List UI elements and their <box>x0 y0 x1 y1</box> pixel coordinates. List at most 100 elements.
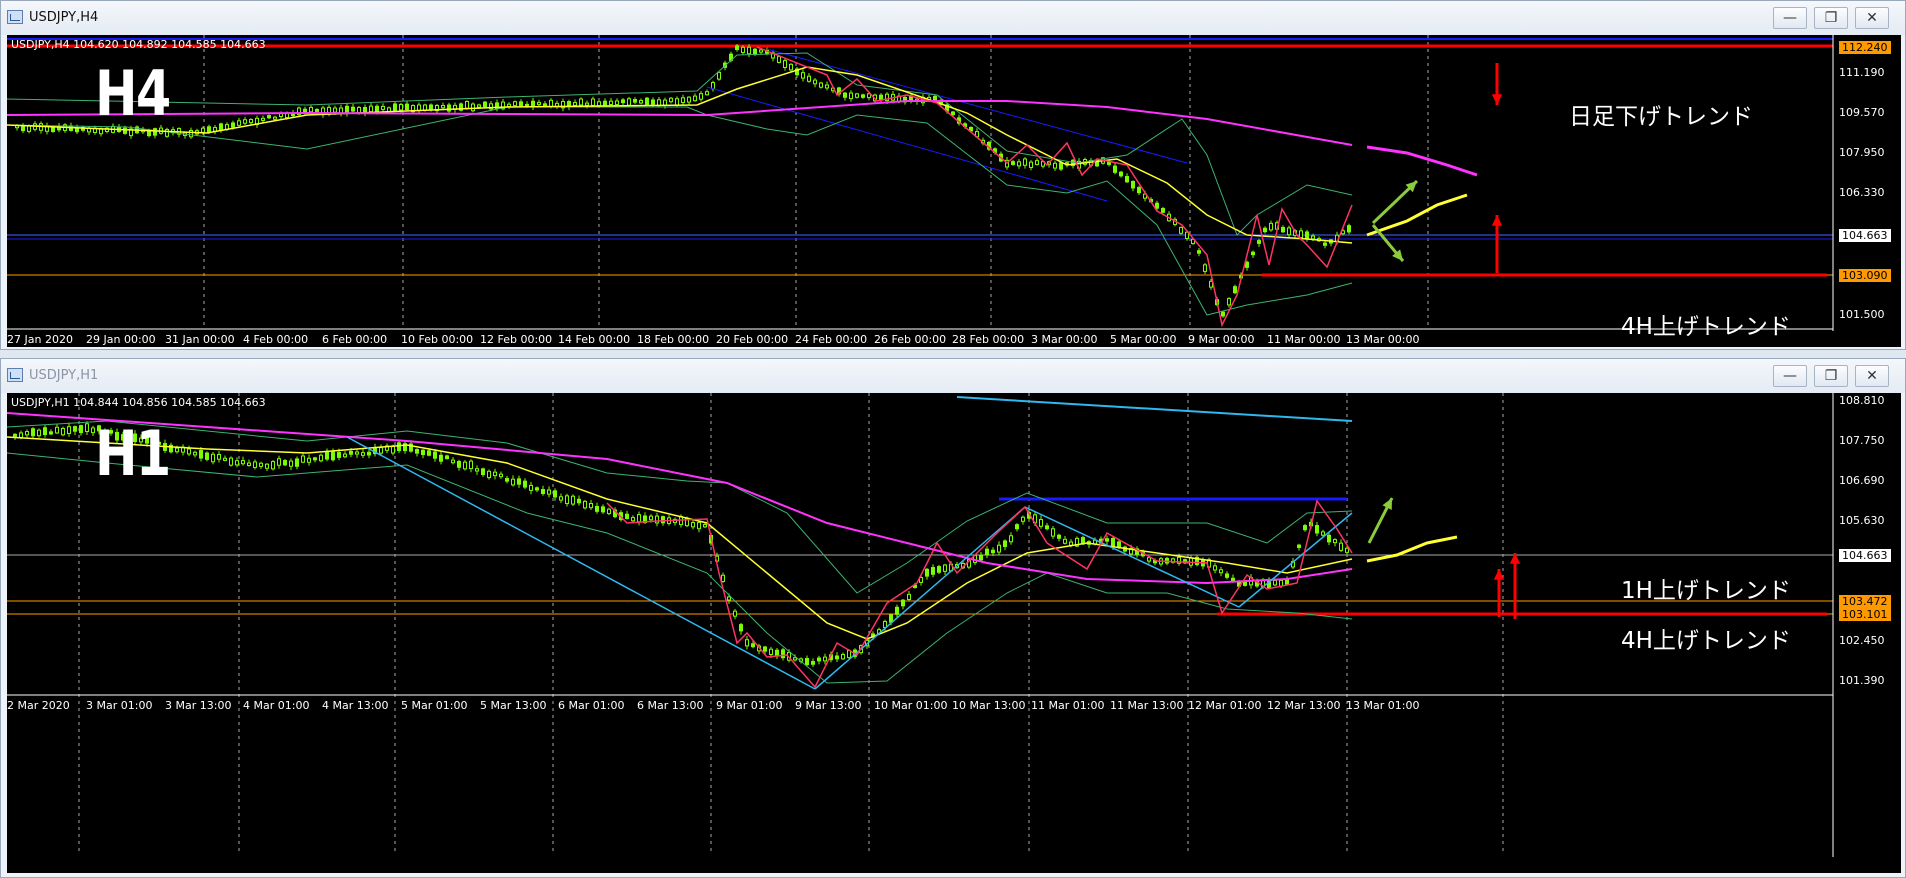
candle <box>211 453 215 463</box>
moving-average-long <box>7 100 1353 146</box>
candle <box>649 515 653 521</box>
candle <box>1281 226 1285 233</box>
candle <box>243 119 247 124</box>
candle <box>843 92 847 98</box>
candle <box>609 100 613 105</box>
time-tick-label: 26 Feb 00:00 <box>874 333 947 346</box>
time-tick-label: 12 Mar 13:00 <box>1267 699 1341 712</box>
candle <box>43 427 47 436</box>
candle <box>1035 160 1039 165</box>
candle <box>979 554 983 561</box>
candle <box>529 484 533 491</box>
candle <box>1147 557 1151 562</box>
candle <box>337 452 341 458</box>
candle <box>621 99 625 104</box>
candle <box>1287 227 1291 236</box>
candle <box>811 661 815 665</box>
candle <box>1221 311 1225 317</box>
candle <box>835 655 839 660</box>
candle <box>553 490 557 498</box>
candle <box>1125 176 1129 183</box>
candle <box>1225 573 1229 578</box>
candle <box>405 103 409 111</box>
candle <box>549 99 553 108</box>
restore-button[interactable]: ❐ <box>1814 7 1848 29</box>
price-tick-label: 101.500 <box>1839 308 1885 321</box>
bollinger-lower <box>7 106 1353 316</box>
zigzag <box>606 499 1353 689</box>
trendline-cyan <box>956 396 1353 422</box>
candle <box>889 614 893 623</box>
minimize-button[interactable]: — <box>1773 365 1807 387</box>
time-tick-label: 11 Mar 00:00 <box>1267 333 1341 346</box>
candle <box>309 106 313 113</box>
candle <box>271 461 275 470</box>
time-tick-label: 3 Mar 13:00 <box>165 699 232 712</box>
candle <box>639 100 643 104</box>
time-tick-label: 5 Mar 13:00 <box>480 699 547 712</box>
chart-window-icon <box>7 368 23 382</box>
candle <box>295 458 299 467</box>
candle <box>907 593 911 601</box>
candle <box>325 451 329 460</box>
price-tick-label: 107.950 <box>1839 146 1885 159</box>
candle <box>199 450 203 459</box>
time-tick-label: 4 Mar 01:00 <box>243 699 310 712</box>
candle <box>573 102 577 106</box>
close-button[interactable]: ✕ <box>1855 7 1889 29</box>
candle <box>261 117 265 121</box>
candle <box>997 544 1001 553</box>
candle <box>477 104 481 108</box>
candle <box>415 449 419 454</box>
candle <box>1113 165 1117 173</box>
candle <box>615 100 619 106</box>
time-tick-label: 18 Feb 00:00 <box>637 333 710 346</box>
candle <box>1137 187 1141 194</box>
candle <box>165 128 169 137</box>
candle <box>841 653 845 660</box>
candle <box>625 513 629 519</box>
symbol-info: USDJPY,H4 104.620 104.892 104.585 104.66… <box>11 38 266 51</box>
candle <box>519 101 523 107</box>
candle <box>175 447 179 453</box>
candle <box>633 99 637 103</box>
candle <box>637 514 641 523</box>
time-tick-label: 12 Feb 00:00 <box>480 333 553 346</box>
price-tick-label: 106.330 <box>1839 186 1885 199</box>
minimize-button[interactable]: — <box>1773 7 1807 29</box>
candle <box>343 453 347 458</box>
candle <box>315 108 319 112</box>
window-titlebar[interactable]: USDJPY,H1 — ❐ ✕ <box>1 359 1905 393</box>
projected-ma <box>1366 145 1478 177</box>
window-titlebar[interactable]: USDJPY,H4 — ❐ ✕ <box>1 1 1905 35</box>
candle <box>1311 235 1315 240</box>
candle <box>307 457 311 463</box>
candle <box>289 460 293 467</box>
close-button[interactable]: ✕ <box>1855 365 1889 387</box>
candle <box>937 566 941 573</box>
candle <box>1213 565 1217 571</box>
down-arrow-head <box>1491 94 1503 105</box>
price-chart[interactable]: USDJPY,H4 104.620 104.892 104.585 104.66… <box>7 35 1901 347</box>
price-chart[interactable]: USDJPY,H1 104.844 104.856 104.585 104.66… <box>7 393 1901 873</box>
chart-canvas[interactable] <box>7 393 1901 873</box>
candle <box>991 549 995 554</box>
time-tick-label: 14 Feb 00:00 <box>558 333 631 346</box>
candle <box>655 515 659 524</box>
candle <box>583 500 587 509</box>
time-tick-label: 28 Feb 00:00 <box>952 333 1025 346</box>
window-title: USDJPY,H4 <box>29 10 99 25</box>
candle <box>807 75 811 82</box>
price-tick-label: 102.450 <box>1839 634 1885 647</box>
candle <box>589 502 593 509</box>
candle <box>1315 525 1319 534</box>
candle <box>651 99 655 105</box>
candle <box>439 454 443 462</box>
chart-canvas[interactable] <box>7 35 1901 347</box>
time-tick-label: 9 Mar 00:00 <box>1188 333 1255 346</box>
restore-button[interactable]: ❐ <box>1814 365 1848 387</box>
candle <box>381 105 385 110</box>
candle <box>193 451 197 456</box>
candle <box>879 94 883 101</box>
candle <box>717 71 721 80</box>
